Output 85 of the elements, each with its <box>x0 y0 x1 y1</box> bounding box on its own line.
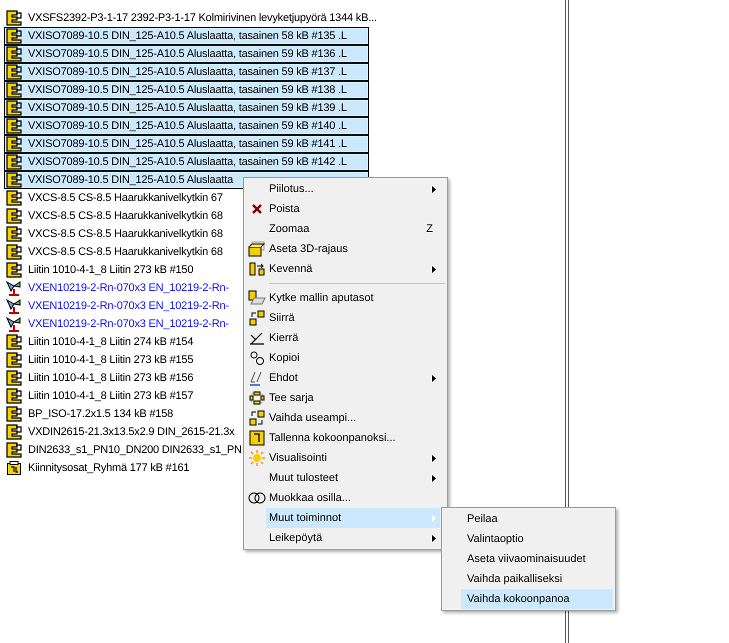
part-icon <box>6 442 22 458</box>
weld-icon <box>6 298 22 314</box>
copy-icon <box>248 350 264 366</box>
part-icon <box>6 370 22 386</box>
part-icon <box>6 10 22 26</box>
menu-item[interactable]: Siirrä <box>266 308 440 328</box>
tree-row[interactable]: VXDIN2615-21.3x13.5x2.9 DIN_2615-21.3x <box>4 423 238 441</box>
part-icon <box>6 100 22 116</box>
tree-row[interactable]: VXEN10219-2-Rn-070x3 EN_10219-2-Rn- <box>4 297 232 315</box>
part-icon <box>6 208 22 224</box>
tree-row[interactable]: VXISO7089-10.5 DIN_125-A10.5 Aluslaatta, tasainen 59 kB #142 .L <box>4 153 369 171</box>
menu-item[interactable]: Aseta 3D-rajaus <box>266 239 440 259</box>
menu-item[interactable]: Vaihda paikalliseksi <box>461 569 613 589</box>
menu-item[interactable]: Visualisointi <box>266 448 440 468</box>
part-icon <box>6 190 22 206</box>
tree-row[interactable]: VXEN10219-2-Rn-070x3 EN_10219-2-Rn- <box>4 279 232 297</box>
constraint-icon <box>248 370 264 386</box>
menu-item[interactable]: Muokkaa osilla... <box>266 488 440 508</box>
tree-row[interactable]: VXCS-8.5 CS-8.5 Haarukkanivelkytkin 67 <box>4 189 226 207</box>
tree-row[interactable]: VXISO7089-10.5 DIN_125-A10.5 Aluslaatta, tasainen 59 kB #141 .L <box>4 135 369 153</box>
group-icon <box>6 460 22 476</box>
tree-row[interactable]: Liitin 1010-4-1_8 Liitin 273 kB #157 <box>4 387 196 405</box>
menu-item[interactable]: Peilaa <box>461 509 613 529</box>
part-icon <box>6 424 22 440</box>
part-icon <box>6 334 22 350</box>
part-icon <box>6 226 22 242</box>
sun-icon <box>248 450 264 466</box>
save-icon <box>248 430 264 446</box>
move-icon <box>248 310 264 326</box>
tree-row[interactable]: VXISO7089-10.5 DIN_125-A10.5 Aluslaatta, tasainen 59 kB #136 .L <box>4 45 369 63</box>
menu-item[interactable]: Vaihda useampi... <box>266 408 440 428</box>
weld-icon <box>6 280 22 296</box>
menu-item[interactable]: Kierrä <box>266 328 440 348</box>
tree-row[interactable]: Kiinnitysosat_Ryhmä 177 kB #161 <box>4 459 192 477</box>
part-icon <box>6 406 22 422</box>
menu-item[interactable]: Kytke mallin aputasot <box>266 288 440 308</box>
menu-item[interactable]: Kevennä <box>266 259 440 279</box>
part-icon <box>6 388 22 404</box>
menu-item[interactable]: Muut tulosteet <box>266 468 440 488</box>
menu-item[interactable]: Valintaoptio <box>461 529 613 549</box>
tree-row[interactable]: Liitin 1010-4-1_8 Liitin 273 kB #150 <box>4 261 196 279</box>
tree-row[interactable]: VXEN10219-2-Rn-070x3 EN_10219-2-Rn- <box>4 315 232 333</box>
menu-item[interactable]: Muut toiminnot <box>266 508 440 528</box>
part-icon <box>6 82 22 98</box>
menu-item[interactable]: Aseta viivaominaisuudet <box>461 549 613 569</box>
box-icon <box>248 241 266 257</box>
menu-item[interactable]: Zoomaa Z <box>266 219 440 239</box>
menu-item[interactable]: Vaihda kokoonpanoa <box>461 589 613 609</box>
tree-row[interactable]: Liitin 1010-4-1_8 Liitin 274 kB #154 <box>4 333 196 351</box>
tree-row[interactable]: VXISO7089-10.5 DIN_125-A10.5 Aluslaatta, tasainen 59 kB #140 .L <box>4 117 369 135</box>
part-icon <box>6 244 22 260</box>
part-icon <box>6 352 22 368</box>
part-icon <box>6 46 22 62</box>
pattern-icon <box>248 390 264 406</box>
tree-row[interactable]: VXISO7089-10.5 DIN_125-A10.5 Aluslaatta, tasainen 59 kB #137 .L <box>4 63 369 81</box>
tree-row[interactable]: BP_ISO-17.2x1.5 134 kB #158 <box>4 405 176 423</box>
part-icon <box>6 262 22 278</box>
tree-row[interactable]: VXCS-8.5 CS-8.5 Haarukkanivelkytkin 68 <box>4 243 226 261</box>
planes-icon <box>248 290 266 306</box>
menu-item[interactable]: Ehdot <box>266 368 440 388</box>
tree-row[interactable]: Liitin 1010-4-1_8 Liitin 273 kB #155 <box>4 351 196 369</box>
tree-row[interactable]: VXCS-8.5 CS-8.5 Haarukkanivelkytkin 68 <box>4 225 226 243</box>
part-icon <box>6 172 22 188</box>
menu-item[interactable]: Tallenna kokoonpanoksi... <box>266 428 440 448</box>
menu-item[interactable]: Poista <box>266 199 440 219</box>
tree-row[interactable]: VXISO7089-10.5 DIN_125-A10.5 Aluslaatta, tasainen 58 kB #135 .L <box>4 27 369 45</box>
replace-icon <box>248 410 264 426</box>
part-icon <box>6 64 22 80</box>
part-icon <box>6 136 22 152</box>
menu-item[interactable]: Tee sarja <box>266 388 440 408</box>
tree-row[interactable]: DIN2633_s1_PN10_DN200 DIN2633_s1_PN <box>4 441 245 459</box>
part-icon <box>6 154 22 170</box>
tree-row[interactable]: VXSFS2392-P3-1-17 2392-P3-1-17 Kolmirivinen levyketjupyörä 1344 kB... <box>4 9 380 27</box>
rotate-icon <box>248 330 264 346</box>
rings-icon <box>248 490 266 506</box>
tree-row[interactable]: VXISO7089-10.5 DIN_125-A10.5 Aluslaatta, tasainen 59 kB #139 .L <box>4 99 369 117</box>
part-icon <box>6 118 22 134</box>
menu-item[interactable]: Kopioi <box>266 348 440 368</box>
weld-icon <box>6 316 22 332</box>
simplify-icon <box>248 261 264 277</box>
tree-row[interactable]: VXISO7089-10.5 DIN_125-A10.5 Aluslaatta, tasainen 59 kB #138 .L <box>4 81 369 99</box>
tree-row[interactable]: Liitin 1010-4-1_8 Liitin 273 kB #156 <box>4 369 196 387</box>
part-icon <box>6 28 22 44</box>
tree-row[interactable]: VXCS-8.5 CS-8.5 Haarukkanivelkytkin 68 <box>4 207 226 225</box>
menu-item[interactable]: Leikepöytä <box>266 528 440 548</box>
